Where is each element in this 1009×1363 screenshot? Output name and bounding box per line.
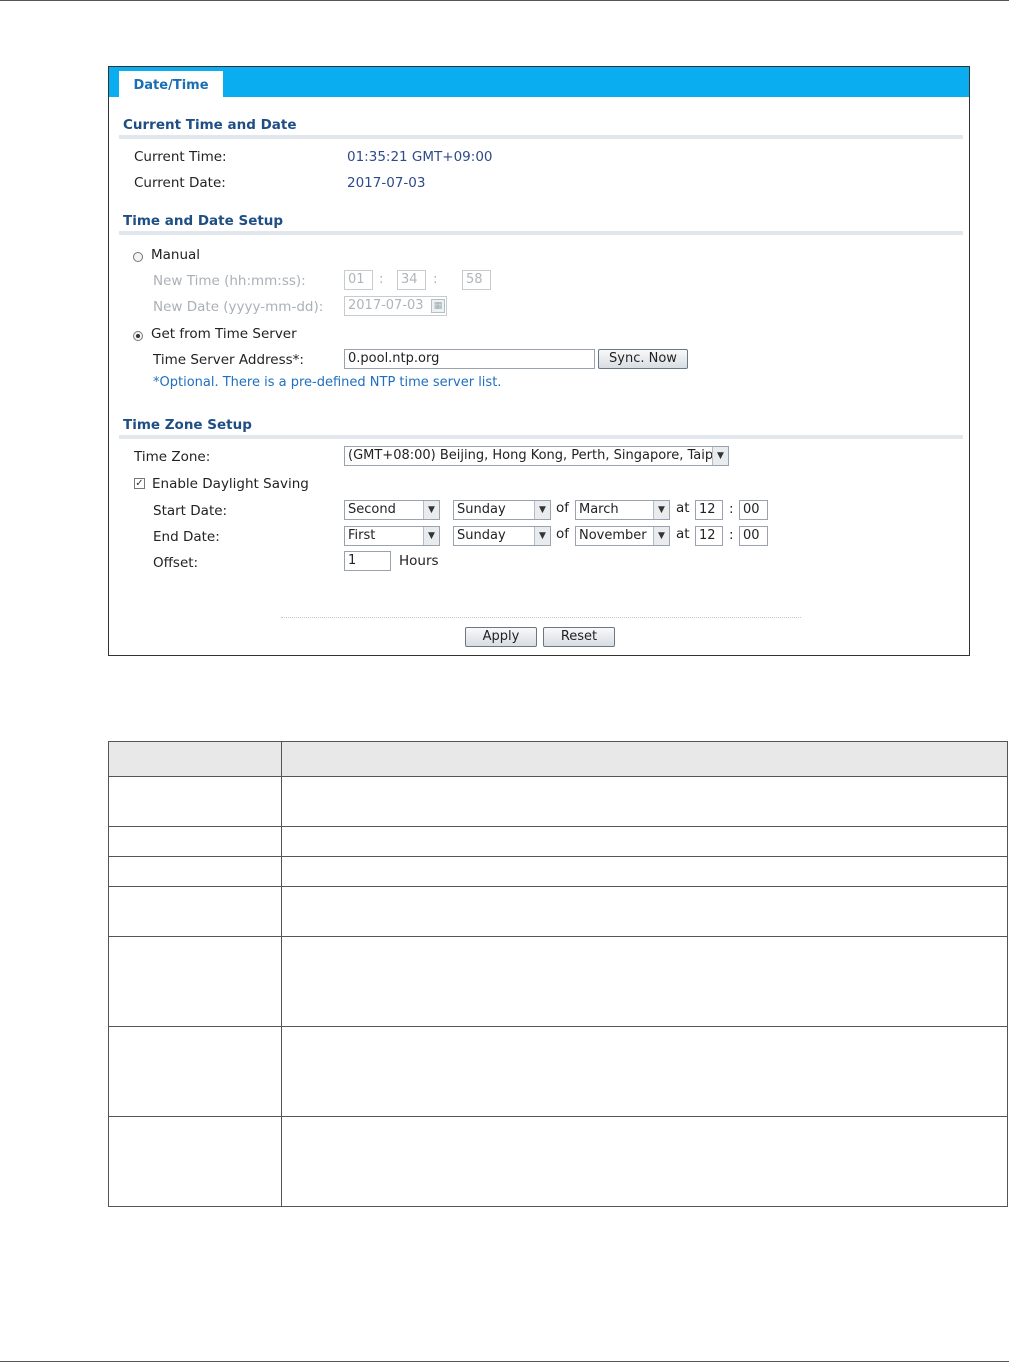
table-cell (108, 856, 282, 887)
table-cell (281, 886, 1008, 937)
section-divider (119, 435, 963, 439)
table-cell (108, 776, 282, 827)
apply-button[interactable]: Apply (465, 627, 537, 647)
table-cell (281, 1026, 1008, 1117)
table-cell (108, 826, 282, 857)
section-title-timezone: Time Zone Setup (123, 417, 252, 433)
start-month-value: March (579, 502, 619, 517)
table-cell (108, 936, 282, 1027)
page-top-rule (0, 0, 1009, 1)
start-at-label: at (676, 500, 690, 516)
table-row (108, 936, 1008, 1027)
start-of-label: of (556, 500, 570, 516)
new-time-minute-input[interactable]: 34 (397, 270, 426, 290)
time-zone-label: Time Zone: (134, 449, 211, 465)
start-minute-input[interactable]: 00 (739, 500, 768, 520)
end-month-value: November (579, 528, 647, 543)
end-month-select[interactable]: November ▼ (575, 526, 670, 546)
current-time-label: Current Time: (134, 149, 227, 165)
time-zone-value: (GMT+08:00) Beijing, Hong Kong, Perth, S… (348, 448, 725, 463)
table-header-cell (108, 741, 282, 777)
time-separator: : (433, 271, 438, 287)
reset-button[interactable]: Reset (543, 627, 615, 647)
offset-label: Offset: (153, 555, 199, 571)
table-header-cell (281, 741, 1008, 777)
footer-divider (281, 617, 801, 618)
chevron-down-icon: ▼ (423, 501, 439, 519)
table-cell (281, 1116, 1008, 1207)
page-bottom-rule (0, 1361, 1009, 1362)
table-row (108, 826, 1008, 857)
table-cell (108, 1116, 282, 1207)
end-hour-input[interactable]: 12 (695, 526, 723, 546)
section-title-current: Current Time and Date (123, 117, 297, 133)
current-time-value: 01:35:21 GMT+09:00 (347, 149, 493, 165)
new-time-second-input[interactable]: 58 (462, 270, 491, 290)
time-server-radio[interactable] (133, 331, 143, 341)
table-cell (281, 776, 1008, 827)
table-row (108, 776, 1008, 827)
table-row (108, 856, 1008, 887)
table-cell (281, 936, 1008, 1027)
chevron-down-icon: ▼ (653, 527, 669, 545)
table-cell (108, 1026, 282, 1117)
manual-radio[interactable] (133, 252, 143, 262)
tab-bar: Date/Time (109, 67, 969, 97)
time-zone-select[interactable]: (GMT+08:00) Beijing, Hong Kong, Perth, S… (344, 446, 729, 466)
chevron-down-icon: ▼ (534, 527, 550, 545)
table-cell (108, 886, 282, 937)
end-date-label: End Date: (153, 529, 220, 545)
table-cell (281, 826, 1008, 857)
current-date-value: 2017-07-03 (347, 175, 426, 191)
start-week-value: Second (348, 502, 396, 517)
offset-unit: Hours (399, 553, 439, 569)
table-row (108, 1026, 1008, 1117)
description-table (108, 741, 1008, 1207)
tab-date-time[interactable]: Date/Time (119, 71, 223, 97)
section-divider (119, 231, 963, 235)
chevron-down-icon: ▼ (423, 527, 439, 545)
sync-now-button[interactable]: Sync. Now (598, 349, 688, 369)
current-date-label: Current Date: (134, 175, 226, 191)
server-address-input[interactable]: 0.pool.ntp.org (344, 349, 595, 369)
start-hour-input[interactable]: 12 (695, 500, 723, 520)
offset-input[interactable]: 1 (344, 551, 391, 571)
chevron-down-icon: ▼ (534, 501, 550, 519)
table-header-row (108, 741, 1008, 777)
daylight-saving-label: Enable Daylight Saving (152, 476, 309, 492)
end-at-label: at (676, 526, 690, 542)
start-day-select[interactable]: Sunday ▼ (453, 500, 551, 520)
calendar-icon[interactable]: ▦ (431, 299, 445, 313)
end-day-value: Sunday (457, 528, 506, 543)
start-day-value: Sunday (457, 502, 506, 517)
time-separator: : (379, 271, 384, 287)
time-separator: : (729, 501, 734, 517)
chevron-down-icon: ▼ (712, 447, 728, 465)
start-week-select[interactable]: Second ▼ (344, 500, 440, 520)
end-of-label: of (556, 526, 570, 542)
date-time-panel: Date/Time Current Time and Date Current … (108, 66, 970, 656)
table-row (108, 886, 1008, 937)
time-separator: : (729, 527, 734, 543)
end-week-value: First (348, 528, 376, 543)
start-date-label: Start Date: (153, 503, 228, 519)
chevron-down-icon: ▼ (653, 501, 669, 519)
daylight-saving-checkbox[interactable]: ✓ (134, 478, 145, 489)
table-cell (281, 856, 1008, 887)
optional-note: *Optional. There is a pre-defined NTP ti… (153, 375, 502, 390)
section-title-setup: Time and Date Setup (123, 213, 284, 229)
table-row (108, 1116, 1008, 1207)
new-date-label: New Date (yyyy-mm-dd): (153, 299, 324, 315)
end-week-select[interactable]: First ▼ (344, 526, 440, 546)
server-address-label: Time Server Address*: (153, 352, 304, 368)
end-minute-input[interactable]: 00 (739, 526, 768, 546)
manual-label: Manual (151, 247, 201, 263)
new-time-hour-input[interactable]: 01 (344, 270, 373, 290)
new-time-label: New Time (hh:mm:ss): (153, 273, 306, 289)
start-month-select[interactable]: March ▼ (575, 500, 670, 520)
time-server-label: Get from Time Server (151, 326, 297, 342)
section-divider (119, 135, 963, 139)
end-day-select[interactable]: Sunday ▼ (453, 526, 551, 546)
